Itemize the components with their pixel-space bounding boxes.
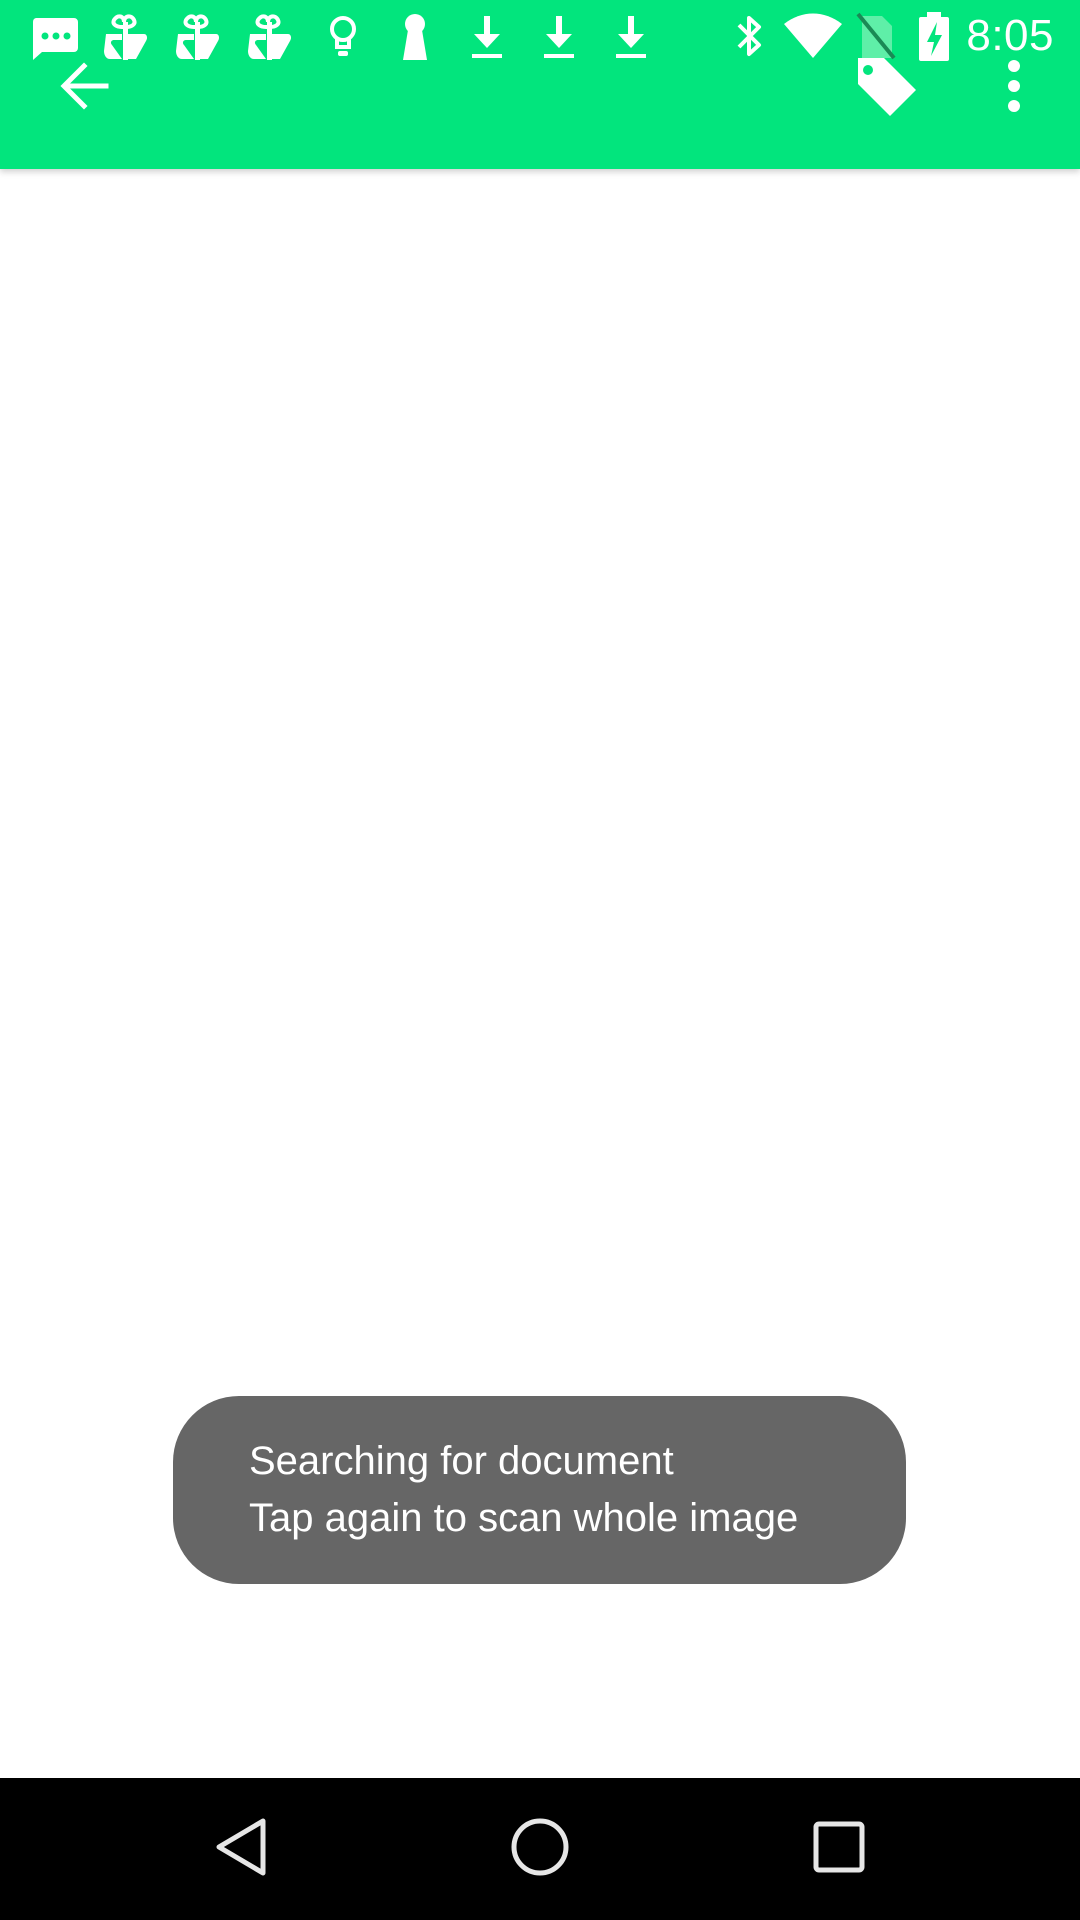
more-options-button[interactable] bbox=[966, 38, 1062, 134]
nav-home-icon bbox=[509, 1816, 571, 1882]
scanner-screen: 8:05 Searching for document Tap again to… bbox=[0, 0, 1080, 1920]
download-icon bbox=[532, 10, 586, 62]
gift-icon bbox=[242, 10, 296, 62]
wifi-icon bbox=[782, 10, 844, 62]
more-vert-icon bbox=[1004, 58, 1024, 114]
nav-recents-icon bbox=[812, 1820, 866, 1878]
tag-button[interactable] bbox=[838, 38, 934, 134]
tag-icon bbox=[850, 50, 922, 122]
nav-recents-button[interactable] bbox=[789, 1799, 889, 1899]
arrow-back-icon bbox=[56, 58, 112, 114]
navigation-bar bbox=[0, 1778, 1080, 1920]
gift-icon bbox=[170, 10, 224, 62]
download-icon bbox=[604, 10, 658, 62]
lightbulb-icon bbox=[316, 10, 370, 62]
nav-home-button[interactable] bbox=[490, 1799, 590, 1899]
nav-back-button[interactable] bbox=[191, 1799, 291, 1899]
bluetooth-icon bbox=[722, 10, 776, 62]
download-icon bbox=[460, 10, 514, 62]
toast-line-1: Searching for document bbox=[249, 1439, 674, 1483]
toast-message: Searching for document Tap again to scan… bbox=[173, 1396, 906, 1584]
app-bar: 8:05 bbox=[0, 0, 1080, 169]
keyhole-icon bbox=[388, 10, 442, 62]
nav-back-icon bbox=[211, 1816, 271, 1882]
toast-line-2: Tap again to scan whole image bbox=[249, 1496, 799, 1540]
back-button[interactable] bbox=[36, 38, 132, 134]
